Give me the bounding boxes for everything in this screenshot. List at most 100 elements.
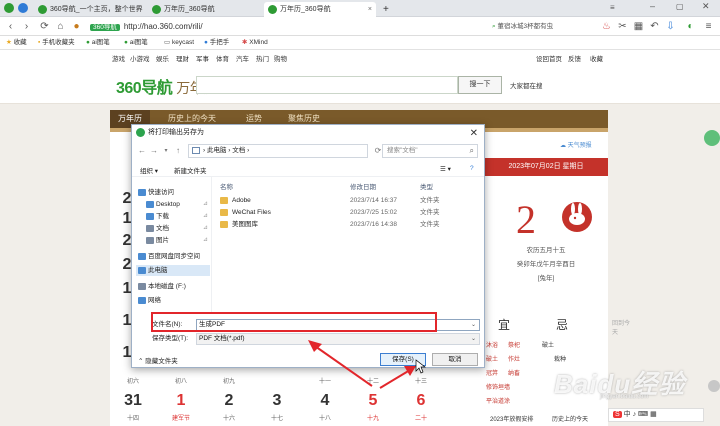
holiday-link[interactable]: 2023年放假安排 [490, 414, 533, 423]
bag-icon[interactable]: ● [70, 20, 83, 33]
chevron-down-icon[interactable]: ⌄ [471, 320, 476, 330]
save-button[interactable]: 保存(S) [380, 353, 426, 366]
calendar-day[interactable]: 5 [358, 392, 388, 410]
dialog-close-icon[interactable]: ✕ [470, 126, 478, 142]
tree-label: 图片 [156, 237, 169, 244]
hide-folders-toggle[interactable]: ⌃ 隐藏文件夹 [138, 355, 178, 365]
feedback-link[interactable]: 反馈 [568, 53, 581, 63]
refresh-icon[interactable]: ⟳ [38, 20, 51, 33]
topnav-link[interactable]: 购物 [274, 53, 287, 63]
back-icon[interactable]: ← [136, 144, 148, 158]
picture-icon [146, 237, 154, 244]
view-options-button[interactable]: ☰ ▾ [440, 165, 451, 173]
close-tab-icon[interactable]: × [368, 2, 372, 17]
topnav-link[interactable]: 理财 [176, 53, 189, 63]
menu-icon[interactable]: ≡ [702, 20, 715, 33]
topnav-link[interactable]: 游戏 [112, 53, 125, 63]
calendar-day[interactable]: 31 [118, 392, 148, 410]
folder-icon [220, 197, 228, 204]
bookmark-item[interactable]: ▪ 手机收藏夹 [38, 38, 75, 48]
browser-tab[interactable]: 万年历_360导航 [148, 2, 260, 17]
column-header-date[interactable]: 修改日期 [350, 181, 376, 191]
topnav-link[interactable]: 汽车 [236, 53, 249, 63]
main-search-input[interactable] [196, 76, 458, 94]
tree-quick-access[interactable]: 快速访问 [136, 187, 210, 198]
history-today-link[interactable]: 历史上的今天 [552, 414, 588, 423]
new-tab-button[interactable]: + [380, 2, 394, 17]
close-tab-icon[interactable]: × [136, 2, 140, 17]
breadcrumb-item[interactable]: 文档 [232, 147, 245, 154]
topnav-link[interactable]: 热门 [256, 53, 269, 63]
url-field[interactable]: 360导航 http://hao.360.com/rili/ [90, 20, 390, 33]
weather-link[interactable]: ☁ 天气预报 [560, 140, 592, 149]
trending-search-link[interactable]: 大家都在搜 [510, 80, 543, 90]
side-assistant-icon[interactable] [704, 130, 720, 146]
download-icon[interactable]: ⇩ [664, 20, 677, 33]
tree-network[interactable]: 网络 [136, 295, 210, 306]
minimize-icon[interactable]: – [650, 1, 655, 11]
site-top-nav: 游戏 小游戏 娱乐 理财 军事 体育 汽车 热门 购物 设回首页 反馈 收藏 [0, 50, 720, 64]
back-icon[interactable]: ‹ [4, 20, 17, 33]
calendar-day[interactable]: 3 [262, 392, 292, 410]
bookmark-item[interactable]: ● ai图笔 [86, 38, 110, 48]
file-row[interactable]: 美图图库 2023/7/16 14:38 文件夹 [220, 219, 470, 230]
tree-pictures[interactable]: 图片 ⊿ [136, 235, 210, 246]
sidebar-toggle-icon[interactable] [18, 3, 28, 13]
breadcrumb-item[interactable]: 此电脑 [207, 147, 227, 154]
hot-icon[interactable]: ♨ [600, 20, 613, 33]
bookmark-favorites[interactable]: ★ 收藏 [6, 38, 27, 48]
tree-documents[interactable]: 文档 ⊿ [136, 223, 210, 234]
grid-icon[interactable]: ▦ [632, 20, 645, 33]
new-folder-button[interactable]: 新建文件夹 [174, 165, 207, 175]
up-icon[interactable]: ↑ [172, 144, 184, 158]
bookmark-item[interactable]: ● 手把手 [204, 38, 229, 48]
undo-icon[interactable]: ↶ [648, 20, 661, 33]
maximize-icon[interactable]: ▢ [676, 2, 684, 11]
bookmark-item[interactable]: ● ai图笔 [124, 38, 148, 48]
tree-baidu-sync[interactable]: 百度网盘同步空间 [136, 251, 210, 262]
topnav-link[interactable]: 小游戏 [130, 53, 150, 63]
calendar-day[interactable]: 6 [406, 392, 436, 410]
calendar-day[interactable]: 2 [214, 392, 244, 410]
close-window-icon[interactable]: ✕ [702, 1, 710, 12]
calendar-day[interactable]: 1 [166, 392, 196, 410]
home-icon[interactable]: ⌂ [54, 20, 67, 33]
topnav-link[interactable]: 军事 [196, 53, 209, 63]
column-header-name[interactable]: 名称 [220, 181, 233, 191]
calendar-day[interactable]: 4 [310, 392, 340, 410]
window-menu-icon[interactable]: ≡ [610, 3, 615, 12]
set-homepage-link[interactable]: 设回首页 [536, 53, 562, 63]
topnav-link[interactable]: 娱乐 [156, 53, 169, 63]
back-to-today-button[interactable]: 回到今天 [612, 318, 634, 336]
tab-favicon-icon [38, 5, 47, 14]
tree-downloads[interactable]: 下载 ⊿ [136, 211, 210, 222]
search-button[interactable]: 搜一下 [458, 76, 502, 94]
tree-local-disk[interactable]: 本地磁盘 (F:) [136, 281, 210, 292]
recent-dropdown-icon[interactable]: ▾ [160, 144, 172, 158]
side-scroll-icon[interactable] [708, 380, 720, 392]
folder-search-input[interactable]: 搜索"文档" ⌕ [382, 144, 478, 158]
file-row[interactable]: WeChat Files 2023/7/25 15:02 文件夹 [220, 207, 470, 218]
bookmark-item[interactable]: ✱ XMind [242, 38, 268, 48]
forward-icon[interactable]: › [20, 20, 33, 33]
browser-tab-active[interactable]: 万年历_360导航 × [264, 2, 376, 17]
file-row[interactable]: Adobe 2023/7/14 16:37 文件夹 [220, 195, 470, 206]
forward-icon[interactable]: → [148, 144, 160, 158]
browser-tab[interactable]: 360导航_一个主页，整个世界 × [34, 2, 144, 17]
ime-toolbar[interactable]: S 中 ♪ ⌨ ▦ [608, 408, 704, 422]
tree-desktop[interactable]: Desktop ⊿ [136, 199, 210, 210]
tree-this-pc[interactable]: 此电脑 [136, 265, 210, 276]
column-header-type[interactable]: 类型 [420, 181, 433, 191]
path-breadcrumb[interactable]: › 此电脑 › 文档 › [188, 144, 368, 158]
favorite-link[interactable]: 收藏 [590, 53, 603, 63]
topnav-link[interactable]: 体育 [216, 53, 229, 63]
help-icon[interactable]: ? [470, 165, 474, 172]
extension-icon[interactable]: ◐ [684, 20, 697, 33]
chevron-down-icon[interactable]: ⌄ [471, 334, 476, 344]
browser-search-box[interactable]: ⌕ 董宿冰城3杯都有虫 [492, 20, 592, 33]
organize-button[interactable]: 组织 ▾ [140, 165, 158, 175]
scissors-icon[interactable]: ✂ [616, 20, 629, 33]
filetype-select[interactable]: PDF 文档(*.pdf) ⌄ [196, 333, 480, 345]
bookmark-item[interactable]: ▭ keycast [164, 38, 194, 48]
cancel-button[interactable]: 取消 [432, 353, 478, 366]
